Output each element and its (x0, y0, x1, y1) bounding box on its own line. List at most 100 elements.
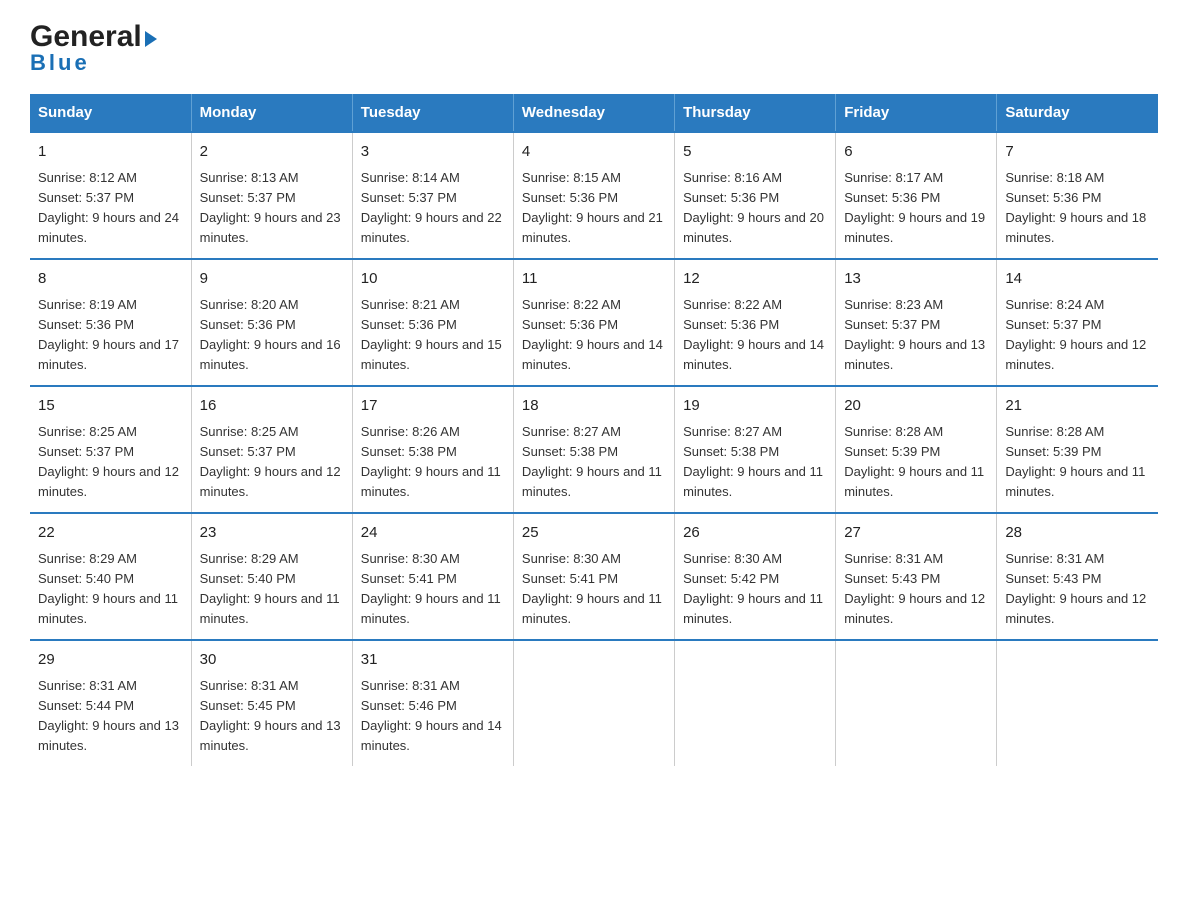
day-info: Sunrise: 8:17 AM Sunset: 5:36 PM Dayligh… (844, 168, 988, 249)
day-info: Sunrise: 8:31 AM Sunset: 5:45 PM Dayligh… (200, 676, 344, 757)
day-info: Sunrise: 8:12 AM Sunset: 5:37 PM Dayligh… (38, 168, 183, 249)
day-info: Sunrise: 8:25 AM Sunset: 5:37 PM Dayligh… (38, 422, 183, 503)
calendar-header-thursday: Thursday (675, 94, 836, 132)
day-number: 20 (844, 395, 988, 418)
day-info: Sunrise: 8:26 AM Sunset: 5:38 PM Dayligh… (361, 422, 505, 503)
calendar-header-tuesday: Tuesday (352, 94, 513, 132)
day-number: 5 (683, 141, 827, 164)
day-number: 16 (200, 395, 344, 418)
calendar-cell: 30 Sunrise: 8:31 AM Sunset: 5:45 PM Dayl… (191, 640, 352, 766)
day-info: Sunrise: 8:18 AM Sunset: 5:36 PM Dayligh… (1005, 168, 1150, 249)
day-number: 25 (522, 522, 666, 545)
calendar-cell: 24 Sunrise: 8:30 AM Sunset: 5:41 PM Dayl… (352, 513, 513, 640)
day-info: Sunrise: 8:15 AM Sunset: 5:36 PM Dayligh… (522, 168, 666, 249)
calendar-cell: 26 Sunrise: 8:30 AM Sunset: 5:42 PM Dayl… (675, 513, 836, 640)
calendar-cell: 6 Sunrise: 8:17 AM Sunset: 5:36 PM Dayli… (836, 132, 997, 259)
day-info: Sunrise: 8:30 AM Sunset: 5:42 PM Dayligh… (683, 549, 827, 630)
day-info: Sunrise: 8:16 AM Sunset: 5:36 PM Dayligh… (683, 168, 827, 249)
day-number: 13 (844, 268, 988, 291)
day-number: 8 (38, 268, 183, 291)
calendar-cell: 13 Sunrise: 8:23 AM Sunset: 5:37 PM Dayl… (836, 259, 997, 386)
logo-triangle-icon (145, 31, 157, 47)
day-info: Sunrise: 8:31 AM Sunset: 5:46 PM Dayligh… (361, 676, 505, 757)
day-info: Sunrise: 8:19 AM Sunset: 5:36 PM Dayligh… (38, 295, 183, 376)
day-number: 17 (361, 395, 505, 418)
day-number: 21 (1005, 395, 1150, 418)
calendar-cell: 23 Sunrise: 8:29 AM Sunset: 5:40 PM Dayl… (191, 513, 352, 640)
day-number: 1 (38, 141, 183, 164)
calendar-cell: 18 Sunrise: 8:27 AM Sunset: 5:38 PM Dayl… (513, 386, 674, 513)
calendar-cell (675, 640, 836, 766)
day-number: 28 (1005, 522, 1150, 545)
calendar-header-monday: Monday (191, 94, 352, 132)
day-info: Sunrise: 8:29 AM Sunset: 5:40 PM Dayligh… (200, 549, 344, 630)
calendar-cell: 14 Sunrise: 8:24 AM Sunset: 5:37 PM Dayl… (997, 259, 1158, 386)
calendar-cell: 7 Sunrise: 8:18 AM Sunset: 5:36 PM Dayli… (997, 132, 1158, 259)
calendar-cell (513, 640, 674, 766)
calendar-cell: 31 Sunrise: 8:31 AM Sunset: 5:46 PM Dayl… (352, 640, 513, 766)
calendar-cell: 11 Sunrise: 8:22 AM Sunset: 5:36 PM Dayl… (513, 259, 674, 386)
day-info: Sunrise: 8:28 AM Sunset: 5:39 PM Dayligh… (844, 422, 988, 503)
calendar-cell: 4 Sunrise: 8:15 AM Sunset: 5:36 PM Dayli… (513, 132, 674, 259)
day-number: 3 (361, 141, 505, 164)
day-number: 14 (1005, 268, 1150, 291)
calendar-header-saturday: Saturday (997, 94, 1158, 132)
day-number: 23 (200, 522, 344, 545)
day-info: Sunrise: 8:30 AM Sunset: 5:41 PM Dayligh… (522, 549, 666, 630)
calendar-cell: 10 Sunrise: 8:21 AM Sunset: 5:36 PM Dayl… (352, 259, 513, 386)
calendar-week-row: 15 Sunrise: 8:25 AM Sunset: 5:37 PM Dayl… (30, 386, 1158, 513)
calendar-cell: 8 Sunrise: 8:19 AM Sunset: 5:36 PM Dayli… (30, 259, 191, 386)
calendar-cell: 17 Sunrise: 8:26 AM Sunset: 5:38 PM Dayl… (352, 386, 513, 513)
day-number: 2 (200, 141, 344, 164)
day-info: Sunrise: 8:27 AM Sunset: 5:38 PM Dayligh… (522, 422, 666, 503)
calendar-header-sunday: Sunday (30, 94, 191, 132)
day-info: Sunrise: 8:20 AM Sunset: 5:36 PM Dayligh… (200, 295, 344, 376)
day-info: Sunrise: 8:22 AM Sunset: 5:36 PM Dayligh… (683, 295, 827, 376)
day-info: Sunrise: 8:22 AM Sunset: 5:36 PM Dayligh… (522, 295, 666, 376)
calendar-cell: 20 Sunrise: 8:28 AM Sunset: 5:39 PM Dayl… (836, 386, 997, 513)
calendar-cell: 19 Sunrise: 8:27 AM Sunset: 5:38 PM Dayl… (675, 386, 836, 513)
day-number: 18 (522, 395, 666, 418)
day-info: Sunrise: 8:23 AM Sunset: 5:37 PM Dayligh… (844, 295, 988, 376)
calendar-cell: 22 Sunrise: 8:29 AM Sunset: 5:40 PM Dayl… (30, 513, 191, 640)
day-info: Sunrise: 8:13 AM Sunset: 5:37 PM Dayligh… (200, 168, 344, 249)
calendar-cell: 2 Sunrise: 8:13 AM Sunset: 5:37 PM Dayli… (191, 132, 352, 259)
day-number: 24 (361, 522, 505, 545)
calendar-week-row: 1 Sunrise: 8:12 AM Sunset: 5:37 PM Dayli… (30, 132, 1158, 259)
day-info: Sunrise: 8:14 AM Sunset: 5:37 PM Dayligh… (361, 168, 505, 249)
day-number: 10 (361, 268, 505, 291)
calendar-cell (997, 640, 1158, 766)
day-number: 26 (683, 522, 827, 545)
calendar-cell: 9 Sunrise: 8:20 AM Sunset: 5:36 PM Dayli… (191, 259, 352, 386)
day-number: 7 (1005, 141, 1150, 164)
day-info: Sunrise: 8:30 AM Sunset: 5:41 PM Dayligh… (361, 549, 505, 630)
day-info: Sunrise: 8:24 AM Sunset: 5:37 PM Dayligh… (1005, 295, 1150, 376)
logo: General Blue (30, 20, 157, 76)
calendar-week-row: 29 Sunrise: 8:31 AM Sunset: 5:44 PM Dayl… (30, 640, 1158, 766)
page-header: General Blue (30, 20, 1158, 76)
day-number: 11 (522, 268, 666, 291)
calendar-cell: 28 Sunrise: 8:31 AM Sunset: 5:43 PM Dayl… (997, 513, 1158, 640)
calendar-cell: 12 Sunrise: 8:22 AM Sunset: 5:36 PM Dayl… (675, 259, 836, 386)
calendar-cell: 21 Sunrise: 8:28 AM Sunset: 5:39 PM Dayl… (997, 386, 1158, 513)
day-info: Sunrise: 8:28 AM Sunset: 5:39 PM Dayligh… (1005, 422, 1150, 503)
calendar-cell: 3 Sunrise: 8:14 AM Sunset: 5:37 PM Dayli… (352, 132, 513, 259)
calendar-cell: 15 Sunrise: 8:25 AM Sunset: 5:37 PM Dayl… (30, 386, 191, 513)
calendar-body: 1 Sunrise: 8:12 AM Sunset: 5:37 PM Dayli… (30, 132, 1158, 766)
day-info: Sunrise: 8:25 AM Sunset: 5:37 PM Dayligh… (200, 422, 344, 503)
day-info: Sunrise: 8:31 AM Sunset: 5:44 PM Dayligh… (38, 676, 183, 757)
day-info: Sunrise: 8:31 AM Sunset: 5:43 PM Dayligh… (844, 549, 988, 630)
calendar-table: SundayMondayTuesdayWednesdayThursdayFrid… (30, 94, 1158, 766)
day-number: 30 (200, 649, 344, 672)
calendar-header-row: SundayMondayTuesdayWednesdayThursdayFrid… (30, 94, 1158, 132)
day-number: 31 (361, 649, 505, 672)
calendar-header-friday: Friday (836, 94, 997, 132)
day-number: 29 (38, 649, 183, 672)
day-number: 6 (844, 141, 988, 164)
day-number: 12 (683, 268, 827, 291)
calendar-cell: 16 Sunrise: 8:25 AM Sunset: 5:37 PM Dayl… (191, 386, 352, 513)
day-info: Sunrise: 8:31 AM Sunset: 5:43 PM Dayligh… (1005, 549, 1150, 630)
calendar-week-row: 22 Sunrise: 8:29 AM Sunset: 5:40 PM Dayl… (30, 513, 1158, 640)
calendar-cell: 27 Sunrise: 8:31 AM Sunset: 5:43 PM Dayl… (836, 513, 997, 640)
day-number: 19 (683, 395, 827, 418)
